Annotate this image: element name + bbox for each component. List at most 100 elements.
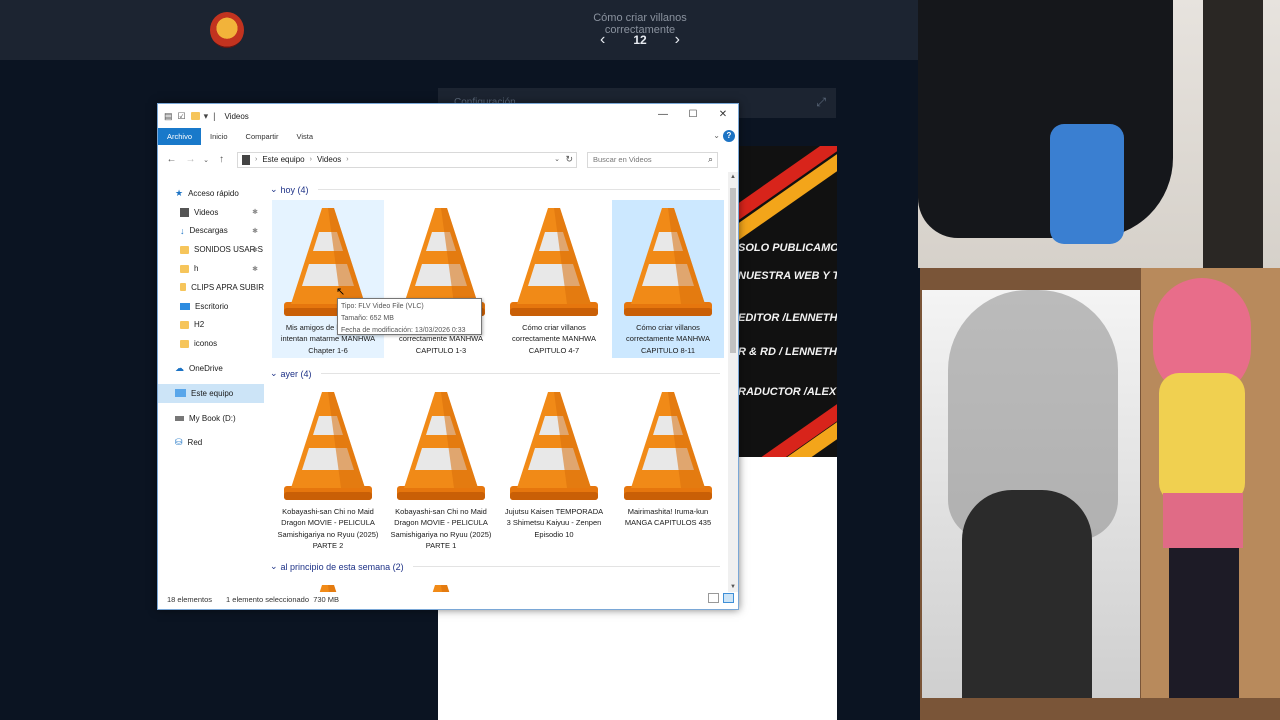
window-titlebar[interactable]: ▤ ☑ ▾ | Videos — ☐ ✕ xyxy=(158,104,738,128)
customize-qa-icon[interactable]: ▾ xyxy=(204,111,209,122)
collapse-group-icon[interactable]: ⌄ xyxy=(270,184,278,195)
pin-icon: ✱ xyxy=(252,246,258,254)
file-item[interactable]: Mairimashita! Iruma-kun MANGA CAPITULOS … xyxy=(612,384,724,542)
sidebar-item-h2[interactable]: H2 xyxy=(158,316,264,335)
banner-line: R & RD / LENNETH xyxy=(738,346,837,358)
scroll-thumb[interactable] xyxy=(730,188,736,353)
file-item[interactable]: Kobayashi-san Chi no Maid Dragon MOVIE -… xyxy=(385,384,497,550)
expand-ribbon-icon[interactable]: ⌄ xyxy=(713,131,720,140)
vertical-scrollbar[interactable]: ▲ ▼ xyxy=(728,172,738,592)
up-arrow-icon[interactable]: ↑ xyxy=(214,154,229,165)
sidebar-item-label: Escritorio xyxy=(195,301,229,311)
refresh-icon[interactable]: ↻ xyxy=(565,154,573,165)
tooltip-type: Tipo: FLV Video File (VLC) xyxy=(341,303,424,310)
network-icon: ⛁ xyxy=(175,437,183,448)
character-skirt xyxy=(1163,493,1243,548)
group-label: al principio de esta semana (2) xyxy=(280,561,404,572)
sidebar-item-onedrive[interactable]: ☁ OneDrive xyxy=(158,359,264,378)
folder-icon xyxy=(180,245,189,254)
close-icon[interactable]: ✕ xyxy=(708,104,738,128)
sidebar-item-iconos[interactable]: iconos xyxy=(158,334,264,353)
forward-arrow-icon[interactable]: → xyxy=(183,154,198,165)
cloud-icon: ☁ xyxy=(175,363,184,374)
file-name: Jujutsu Kaisen TEMPORADA 3 Shimetsu Kaiy… xyxy=(504,507,604,539)
selection-count: 1 elemento seleccionado xyxy=(226,594,310,604)
sidebar-item-label: h xyxy=(194,264,199,274)
sidebar-item-descargas[interactable]: ↓ Descargas ✱ xyxy=(158,222,264,241)
breadcrumb-separator: › xyxy=(346,156,349,163)
file-name: Mairimashita! Iruma-kun MANGA CAPITULOS … xyxy=(624,507,712,528)
collapse-group-icon[interactable]: ⌄ xyxy=(270,368,278,379)
back-arrow-icon[interactable]: ← xyxy=(164,154,179,165)
recent-locations-icon[interactable]: ⌄ xyxy=(202,156,210,164)
search-icon[interactable]: ⌕ xyxy=(708,154,713,165)
search-input[interactable]: Buscar en Videos ⌕ xyxy=(587,151,718,168)
selection-size: 730 MB xyxy=(313,594,340,604)
banner-line: EDITOR /LENNETH xyxy=(738,312,837,324)
tab-compartir[interactable]: Compartir xyxy=(237,128,288,145)
sidebar-item-my-book[interactable]: My Book (D:) xyxy=(158,409,264,428)
sidebar-item-label: My Book (D:) xyxy=(189,413,236,423)
tab-archivo[interactable]: Archivo xyxy=(158,128,202,145)
sidebar-item-videos[interactable]: Videos ✱ xyxy=(158,203,264,222)
webcam-person xyxy=(918,0,1173,238)
properties-icon[interactable]: ☑ xyxy=(178,111,186,122)
file-item[interactable]: Cómo criar villanos correctamente MANHWA… xyxy=(498,200,610,358)
address-dropdown-icon[interactable]: ⌄ xyxy=(554,155,560,163)
file-name: Cómo criar villanos correctamente MANHWA… xyxy=(626,323,710,355)
large-icons-view-icon[interactable] xyxy=(723,593,734,603)
prev-chapter-icon[interactable]: ‹ xyxy=(600,31,605,49)
sidebar-item-h[interactable]: h ✱ xyxy=(158,259,264,278)
file-item[interactable]: Cómo criar villanos correctamente MANHWA… xyxy=(612,200,724,358)
tooltip-size: Tamaño: 652 MB xyxy=(341,315,394,322)
group-header[interactable]: ⌄ ayer (4) xyxy=(270,368,720,379)
manga-overlay-image xyxy=(922,290,1140,698)
sidebar-item-label: Descargas xyxy=(189,226,228,236)
folder-icon xyxy=(180,339,189,348)
navigation-pane: ★ Acceso rápido Videos ✱ ↓ Descargas ✱ SONID… xyxy=(158,184,264,589)
character-shirt xyxy=(1159,373,1245,503)
sidebar-item-label: iconos xyxy=(194,339,218,349)
group-label: ayer (4) xyxy=(280,368,312,379)
file-item[interactable]: Kobayashi-san Chi no Maid Dragon MOVIE -… xyxy=(272,384,384,550)
scroll-up-icon[interactable]: ▲ xyxy=(730,174,736,180)
site-header: Cómo criar villanos correctamente ‹ 12 › xyxy=(0,0,918,60)
expand-icon[interactable]: ⤢ xyxy=(816,95,826,110)
scanlation-banner: SOLO PUBLICAMOS NUESTRA WEB Y TMO EDITOR… xyxy=(738,146,837,457)
manga-figure-body xyxy=(962,490,1092,698)
file-item[interactable]: Jujutsu Kaisen TEMPORADA 3 Shimetsu Kaiy… xyxy=(498,384,610,542)
details-view-icon[interactable] xyxy=(708,593,719,603)
folder-icon xyxy=(180,283,187,292)
sidebar-item-acceso-rapido[interactable]: ★ Acceso rápido xyxy=(158,184,264,203)
file-explorer-window[interactable]: ▤ ☑ ▾ | Videos — ☐ ✕ Archivo Inicio Comp… xyxy=(157,103,739,610)
tab-inicio[interactable]: Inicio xyxy=(201,128,237,145)
banner-line: SOLO PUBLICAMOS xyxy=(738,242,837,254)
mouse-cursor-icon: ↖ xyxy=(336,286,346,298)
new-folder-icon[interactable] xyxy=(190,112,200,120)
next-chapter-icon[interactable]: › xyxy=(675,31,680,49)
help-icon[interactable]: ? xyxy=(723,130,735,142)
sidebar-item-red[interactable]: ⛁ Red xyxy=(158,434,264,453)
sidebar-item-escritorio[interactable]: Escritorio xyxy=(158,297,264,316)
site-logo[interactable] xyxy=(210,12,244,48)
group-header[interactable]: ⌄ hoy (4) xyxy=(270,184,720,195)
tab-vista[interactable]: Vista xyxy=(287,128,322,145)
drive-icon xyxy=(175,415,184,421)
sidebar-item-este-equipo[interactable]: Este equipo xyxy=(158,383,264,403)
address-bar[interactable]: › Este equipo › Videos › ⌄ ↻ xyxy=(237,151,577,168)
window-title: Videos xyxy=(224,111,249,121)
maximize-icon[interactable]: ☐ xyxy=(678,104,708,128)
sidebar-item-label: Red xyxy=(187,438,203,448)
sidebar-item-clips[interactable]: CLIPS APRA SUBIR xyxy=(158,278,264,297)
collapse-group-icon[interactable]: ⌄ xyxy=(270,561,278,572)
sidebar-item-sonidos[interactable]: SONIDOS USAR S ✱ xyxy=(158,240,264,259)
webcam-feed xyxy=(918,0,1280,268)
webcam-object xyxy=(1050,124,1124,244)
breadcrumb-este-equipo[interactable]: Este equipo xyxy=(262,155,304,164)
group-label: hoy (4) xyxy=(280,184,309,195)
minimize-icon[interactable]: — xyxy=(648,104,678,128)
group-header[interactable]: ⌄ al principio de esta semana (2) xyxy=(270,561,720,572)
file-name: Kobayashi-san Chi no Maid Dragon MOVIE -… xyxy=(390,507,492,550)
breadcrumb-videos[interactable]: Videos xyxy=(317,155,341,164)
sidebar-item-label: Este equipo xyxy=(191,388,234,398)
